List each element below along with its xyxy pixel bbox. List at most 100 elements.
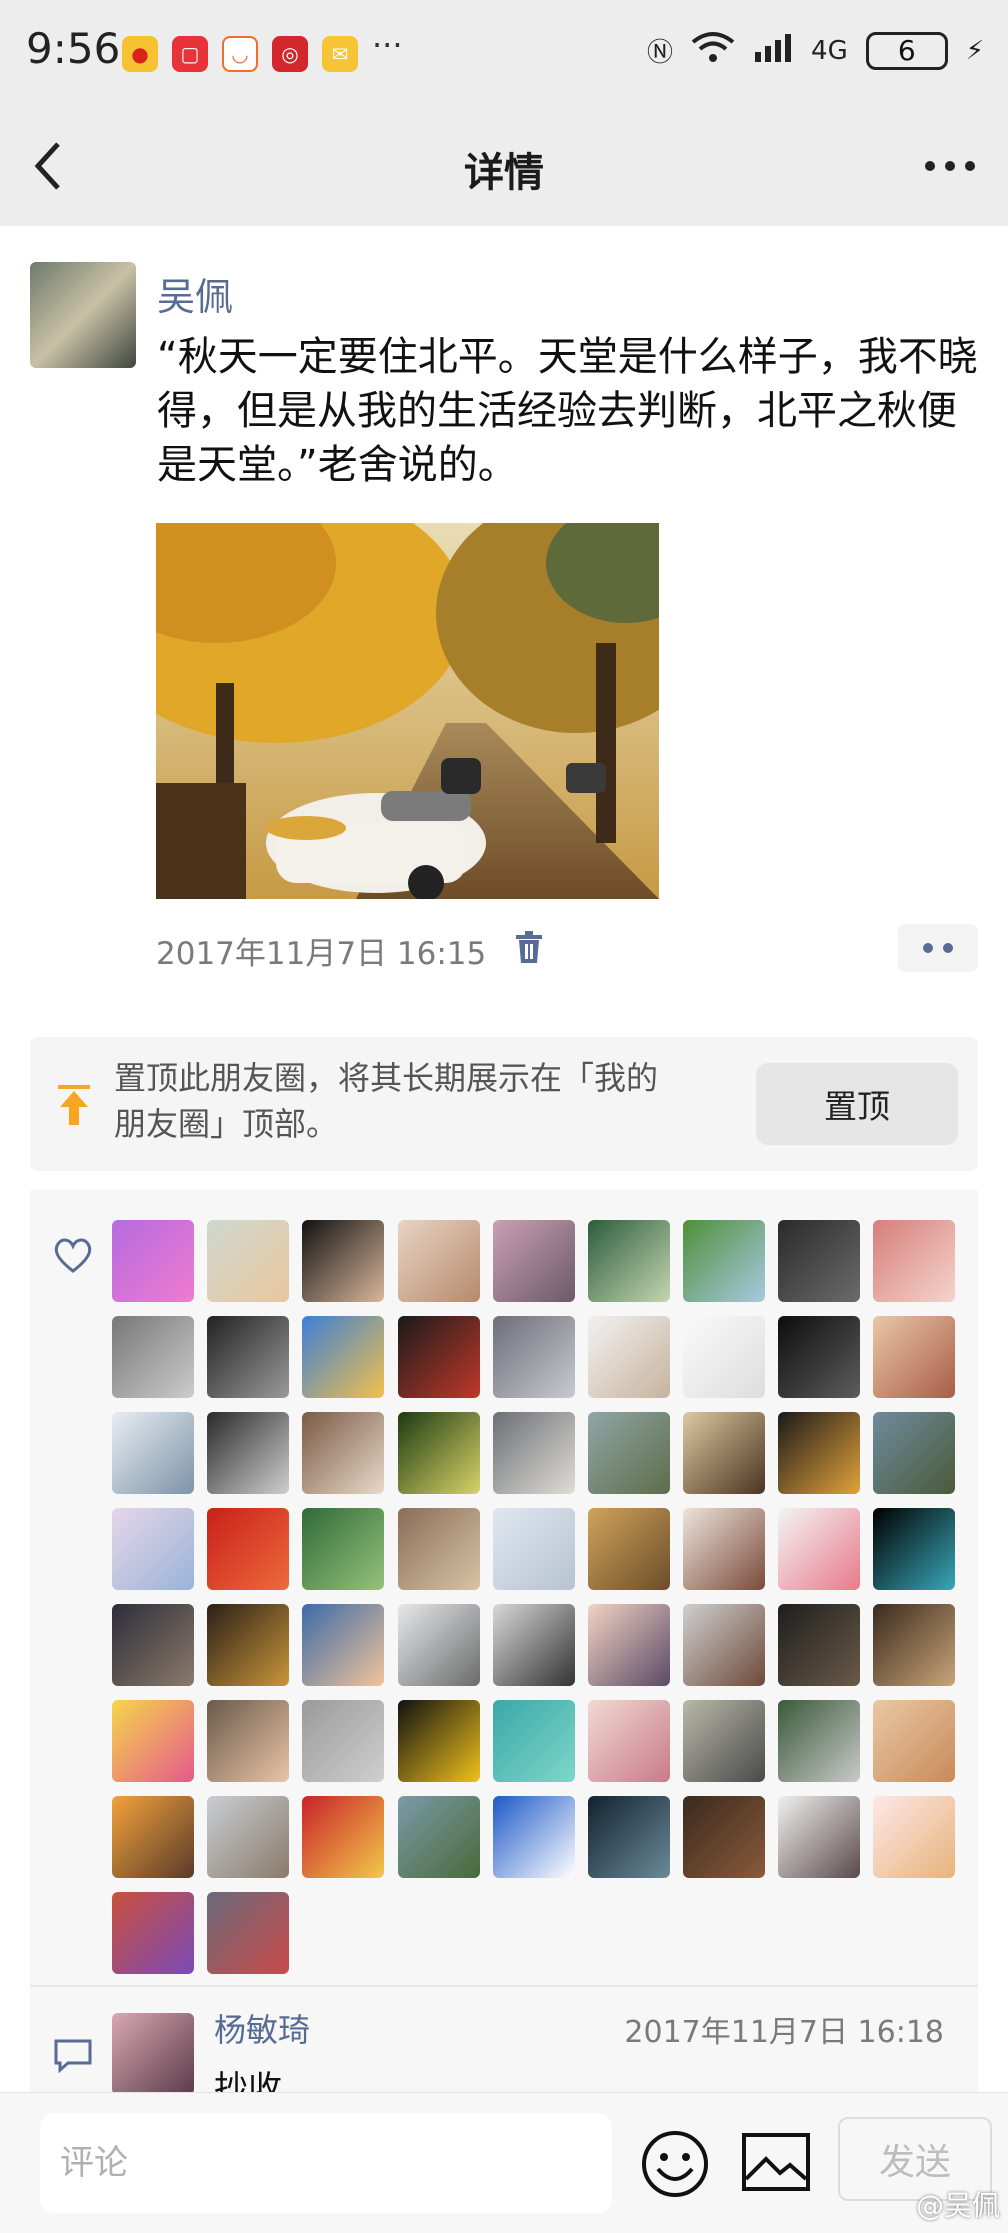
liker-avatar[interactable] — [778, 1412, 861, 1494]
liker-avatar[interactable] — [873, 1700, 956, 1782]
liker-avatar[interactable] — [397, 1220, 480, 1302]
liker-avatar[interactable] — [302, 1508, 385, 1590]
likes-section — [30, 1190, 978, 1985]
liker-avatar[interactable] — [587, 1412, 670, 1494]
liker-avatar[interactable] — [397, 1604, 480, 1686]
dot-icon — [923, 943, 933, 953]
comment-text: 抄收. — [214, 2069, 293, 2092]
liker-avatar[interactable] — [873, 1316, 956, 1398]
post-text: “秋天一定要住北平。天堂是什么样子，我不晓得，但是从我的生活经验去判断，北平之秋… — [157, 334, 978, 488]
liker-avatar[interactable] — [112, 1316, 194, 1398]
liker-avatar[interactable] — [683, 1700, 766, 1782]
liker-avatar[interactable] — [302, 1412, 385, 1494]
liker-avatar[interactable] — [587, 1796, 670, 1878]
liker-avatar[interactable] — [492, 1796, 575, 1878]
comment-input[interactable] — [40, 2113, 612, 2213]
liker-avatar[interactable] — [492, 1700, 575, 1782]
liker-avatar[interactable] — [112, 1508, 194, 1590]
weibo-icon: ● — [122, 36, 158, 72]
liker-avatar[interactable] — [587, 1220, 670, 1302]
liker-avatar[interactable] — [587, 1508, 670, 1590]
nfc-icon: Ⓝ — [647, 38, 674, 68]
liker-avatar[interactable] — [302, 1316, 385, 1398]
comments-section: 杨敏琦 2017年11月7日 16:18 抄收. — [30, 1987, 978, 2092]
orange-app-icon: ◡ — [222, 36, 258, 72]
liker-avatar[interactable] — [112, 1412, 194, 1494]
nav-header: 详情 — [0, 110, 1008, 226]
liker-avatar[interactable] — [112, 1796, 194, 1878]
liker-avatar[interactable] — [207, 1700, 290, 1782]
liker-avatar[interactable] — [778, 1508, 861, 1590]
signal-icon — [753, 32, 793, 69]
liker-avatar[interactable] — [778, 1796, 861, 1878]
liker-avatar[interactable] — [492, 1604, 575, 1686]
comment-composer: 发送 — [0, 2092, 1008, 2233]
liker-avatar[interactable] — [112, 1892, 194, 1974]
liker-avatar[interactable] — [873, 1508, 956, 1590]
liker-avatar[interactable] — [302, 1796, 385, 1878]
delete-button[interactable] — [514, 930, 544, 964]
image-icon — [742, 2133, 810, 2191]
liker-avatar[interactable] — [207, 1796, 290, 1878]
liker-avatar[interactable] — [302, 1220, 385, 1302]
liker-avatar[interactable] — [873, 1220, 956, 1302]
liker-avatar[interactable] — [683, 1220, 766, 1302]
image-button[interactable] — [740, 2131, 812, 2193]
more-dots-icon — [925, 161, 975, 171]
liker-avatar[interactable] — [587, 1316, 670, 1398]
liker-avatar[interactable] — [207, 1316, 290, 1398]
liker-avatar[interactable] — [302, 1604, 385, 1686]
liker-avatar[interactable] — [587, 1700, 670, 1782]
liker-avatar[interactable] — [683, 1412, 766, 1494]
liker-avatar[interactable] — [492, 1508, 575, 1590]
author-avatar[interactable] — [30, 262, 136, 368]
liker-avatar[interactable] — [112, 1700, 194, 1782]
liker-avatar[interactable] — [492, 1412, 575, 1494]
liker-avatar[interactable] — [112, 1220, 194, 1302]
liker-avatar[interactable] — [683, 1508, 766, 1590]
liker-avatar[interactable] — [397, 1700, 480, 1782]
liker-avatar[interactable] — [778, 1700, 861, 1782]
emoji-button[interactable] — [640, 2129, 710, 2199]
bank-app-icon: ◎ — [272, 36, 308, 72]
liker-avatar[interactable] — [492, 1316, 575, 1398]
liker-avatar[interactable] — [207, 1892, 290, 1974]
pin-description: 置顶此朋友圈，将其长期展示在「我的朋友圈」顶部。 — [114, 1059, 659, 1143]
clock: 9:56 — [26, 24, 121, 73]
liker-avatar[interactable] — [873, 1412, 956, 1494]
liker-avatar[interactable] — [683, 1316, 766, 1398]
liker-avatar[interactable] — [207, 1604, 290, 1686]
liker-avatar[interactable] — [397, 1412, 480, 1494]
liker-avatar[interactable] — [778, 1604, 861, 1686]
liker-avatar[interactable] — [207, 1220, 290, 1302]
post-photo[interactable] — [156, 523, 659, 899]
post-action-button[interactable] — [898, 924, 978, 972]
liker-avatar[interactable] — [207, 1508, 290, 1590]
pin-top-icon — [58, 1085, 90, 1125]
liker-avatar[interactable] — [397, 1316, 480, 1398]
liker-avatar[interactable] — [873, 1604, 956, 1686]
author-name[interactable]: 吴佩 — [157, 266, 233, 321]
liker-avatar[interactable] — [492, 1220, 575, 1302]
liker-avatar[interactable] — [207, 1412, 290, 1494]
liker-avatar[interactable] — [778, 1316, 861, 1398]
liker-avatar[interactable] — [112, 1604, 194, 1686]
mail-app-icon: ✉ — [322, 36, 358, 72]
system-indicators: Ⓝ 4G 6 ⚡ — [647, 30, 984, 71]
more-menu-button[interactable] — [920, 146, 980, 186]
commenter-avatar[interactable] — [112, 2013, 194, 2092]
red-app-icon: ▢ — [172, 36, 208, 72]
heart-icon — [54, 1238, 92, 1273]
liker-avatar[interactable] — [587, 1604, 670, 1686]
comment-icon — [54, 2039, 92, 2073]
liker-avatar[interactable] — [778, 1220, 861, 1302]
emoji-icon — [642, 2131, 708, 2197]
liker-avatar[interactable] — [397, 1508, 480, 1590]
liker-avatar[interactable] — [302, 1700, 385, 1782]
liker-avatar[interactable] — [397, 1796, 480, 1878]
liker-avatar[interactable] — [683, 1796, 766, 1878]
commenter-name[interactable]: 杨敏琦 — [214, 2005, 310, 2051]
pin-button[interactable]: 置顶 — [756, 1063, 958, 1145]
liker-avatar[interactable] — [683, 1604, 766, 1686]
liker-avatar[interactable] — [873, 1796, 956, 1878]
